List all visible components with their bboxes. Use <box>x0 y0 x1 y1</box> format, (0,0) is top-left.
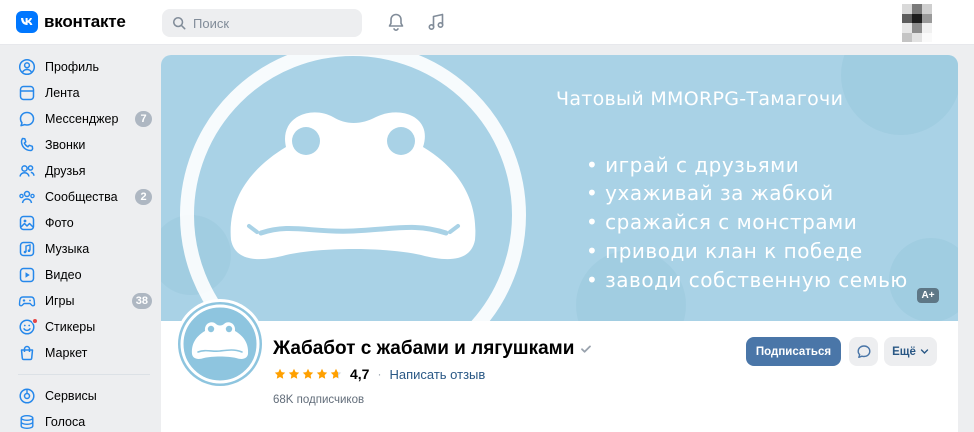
sidebar-item-label: Стикеры <box>45 320 96 334</box>
community-avatar[interactable] <box>175 299 265 389</box>
community-cover[interactable]: Чатовый MMORPG-Тамагочи • играй с друзья… <box>161 55 958 321</box>
cover-bullet: • заводи собственную семью <box>586 268 908 292</box>
rating-row: 4,7 · Написать отзыв <box>274 366 485 382</box>
counter-badge: 7 <box>135 111 152 127</box>
more-button-label: Ещё <box>892 345 916 358</box>
sidebar-item-label: Профиль <box>45 60 99 74</box>
title-row: Жабабот с жабами и лягушками <box>273 338 592 360</box>
sidebar-item-messenger[interactable]: Мессенджер 7 <box>14 106 154 132</box>
search-input[interactable] <box>193 15 343 31</box>
sidebar-item-label: Видео <box>45 268 82 282</box>
sidebar-item-label: Звонки <box>45 138 86 152</box>
votes-icon <box>20 415 34 430</box>
cover-bullet: • сражайся с монстрами <box>586 210 858 234</box>
rating-value: 4,7 <box>350 366 370 382</box>
sidebar-item-communities[interactable]: Сообщества 2 <box>14 184 154 210</box>
cover-bullet: • играй с друзьями <box>586 153 800 177</box>
sidebar-divider <box>18 374 150 375</box>
sidebar-item-label: Сообщества <box>45 190 118 204</box>
games-icon <box>18 296 36 307</box>
messenger-icon <box>19 111 35 127</box>
counter-badge: 38 <box>131 293 152 309</box>
sidebar-item-market[interactable]: Маркет <box>14 340 154 366</box>
friends-icon <box>19 165 35 177</box>
message-button[interactable] <box>849 337 878 366</box>
profile-icon <box>18 58 36 76</box>
more-button[interactable]: Ещё <box>884 337 937 366</box>
music-icon[interactable] <box>426 12 446 32</box>
market-icon <box>20 345 34 361</box>
sidebar-item-label: Мессенджер <box>45 112 119 126</box>
top-bar: вконтакте <box>0 0 974 45</box>
cover-bullet: • приводи клан к победе <box>586 239 863 263</box>
sidebar-item-label: Фото <box>45 216 74 230</box>
subscribe-button[interactable]: Подписаться <box>746 337 841 366</box>
sidebar-item-label: Музыка <box>45 242 90 256</box>
sidebar-item-label: Лента <box>45 86 80 100</box>
photo-icon <box>19 215 35 231</box>
sidebar-item-label: Игры <box>45 294 75 308</box>
sidebar-item-stickers[interactable]: Стикеры <box>14 314 154 340</box>
sidebar-item-label: Голоса <box>45 415 86 429</box>
sidebar-item-calls[interactable]: Звонки <box>14 132 154 158</box>
feed-icon <box>19 85 35 101</box>
communities-icon <box>19 190 35 204</box>
separator-dot: · <box>377 367 382 381</box>
star-icon <box>316 368 328 379</box>
star-half-icon <box>330 368 342 379</box>
video-icon <box>19 267 35 283</box>
search-box[interactable] <box>162 9 362 37</box>
bell-icon[interactable] <box>386 12 406 32</box>
counter-badge: 2 <box>135 189 152 205</box>
sidebar-item-friends[interactable]: Друзья <box>14 158 154 184</box>
vk-logo[interactable]: вконтакте <box>16 11 126 33</box>
aplus-badge: A+ <box>917 288 939 303</box>
write-review-link[interactable]: Написать отзыв <box>389 367 485 382</box>
phone-icon <box>20 137 34 152</box>
sidebar-item-votes[interactable]: Голоса <box>14 409 154 432</box>
frog-avatar-image <box>180 304 260 384</box>
logo-text: вконтакте <box>44 12 126 31</box>
message-icon <box>857 344 870 358</box>
community-info: Жабабот с жабами и лягушками 4,7 · Напис… <box>161 299 958 432</box>
check-icon <box>581 345 592 353</box>
sidebar-item-music[interactable]: Музыка <box>14 236 154 262</box>
sidebar-item-video[interactable]: Видео <box>14 262 154 288</box>
cover-title: Чатовый MMORPG-Тамагочи <box>556 88 844 110</box>
notification-dot <box>32 318 38 324</box>
cover-bullet: • ухаживай за жабкой <box>586 181 834 205</box>
sidebar-item-label: Друзья <box>45 164 86 178</box>
vk-logo-icon <box>16 11 38 33</box>
sidebar-item-profile[interactable]: Профиль <box>14 54 154 80</box>
chevron-down-icon <box>920 349 929 354</box>
user-avatar[interactable] <box>902 4 932 42</box>
sidebar-nav: Профиль Лента Мессенджер 7 Звонки Друзья… <box>14 54 154 432</box>
search-icon <box>172 16 186 30</box>
community-title: Жабабот с жабами и лягушками <box>273 338 575 359</box>
sidebar-item-services[interactable]: Сервисы <box>14 383 154 409</box>
sidebar-item-label: Маркет <box>45 346 88 360</box>
music-icon <box>19 241 35 257</box>
star-icon <box>302 368 314 379</box>
services-icon <box>19 388 35 404</box>
star-icon <box>288 368 300 379</box>
subscriber-count[interactable]: 68K подписчиков <box>273 394 364 406</box>
community-card: Чатовый MMORPG-Тамагочи • играй с друзья… <box>161 55 958 432</box>
sidebar-item-feed[interactable]: Лента <box>14 80 154 106</box>
sidebar-item-photo[interactable]: Фото <box>14 210 154 236</box>
sidebar-item-label: Сервисы <box>45 389 97 403</box>
sidebar-item-games[interactable]: Игры 38 <box>14 288 154 314</box>
star-icon <box>274 368 286 379</box>
